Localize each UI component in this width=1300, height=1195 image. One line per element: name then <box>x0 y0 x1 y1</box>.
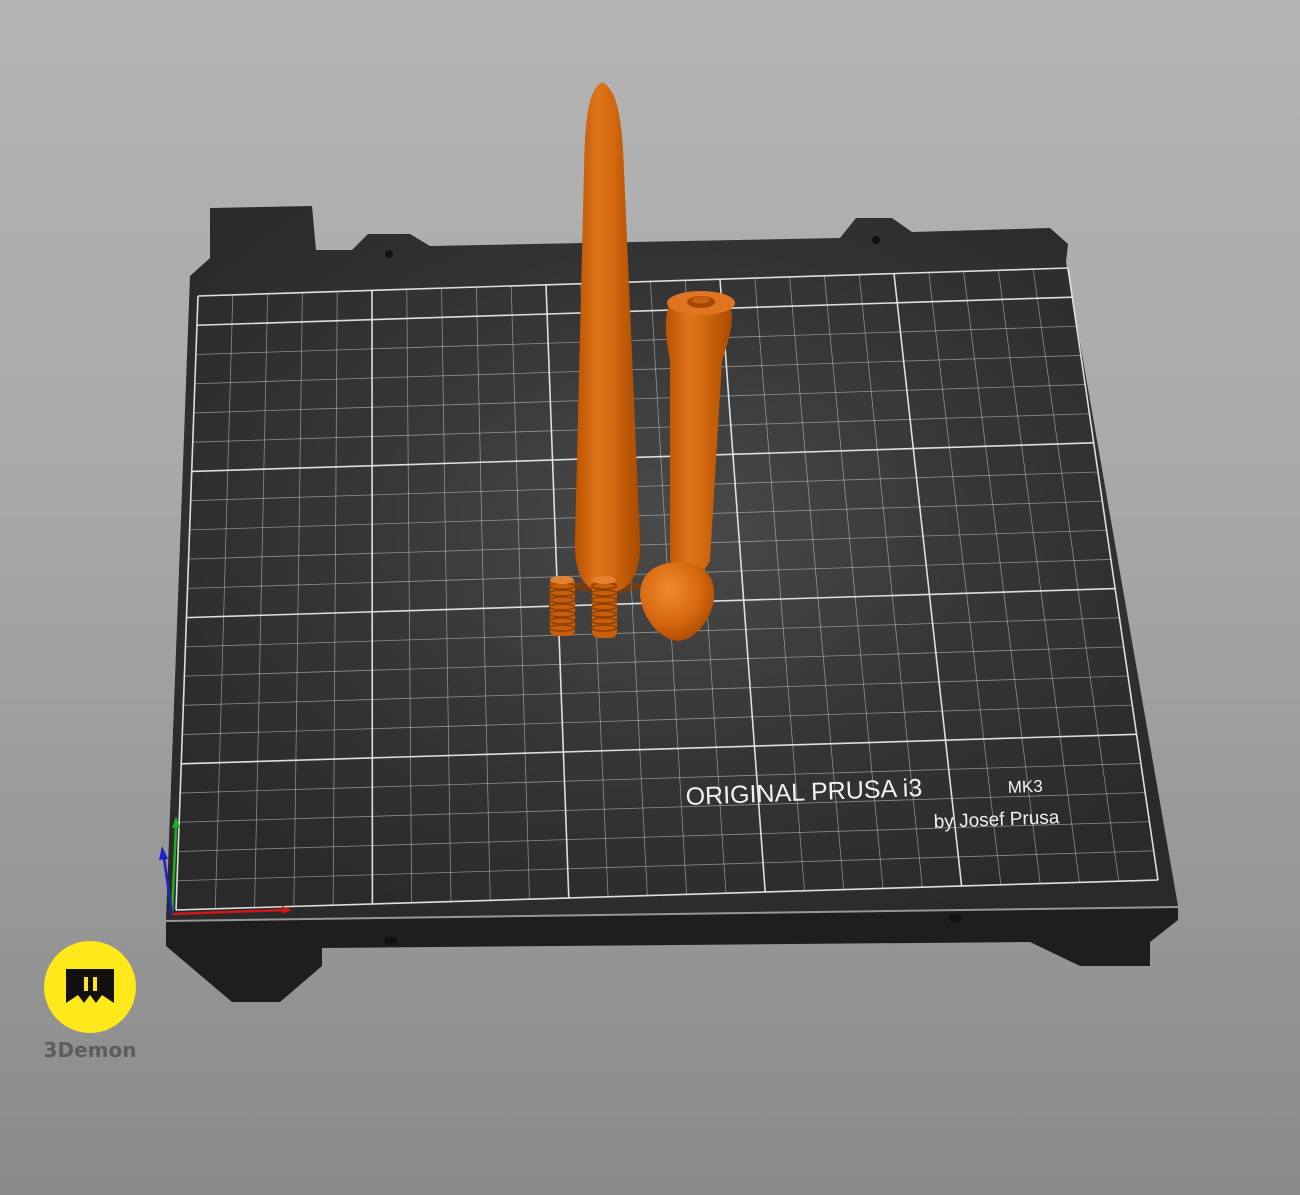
z-axis-arrow <box>159 846 168 860</box>
bed-hole <box>872 236 880 244</box>
scene-canvas: ORIGINAL PRUSA i3 MK3 by Josef Prusa <box>159 82 1178 1002</box>
bed-hole <box>948 914 962 922</box>
model-threaded-plug-1[interactable] <box>548 576 576 636</box>
model-threaded-plug-2[interactable] <box>590 576 618 638</box>
model-tall-rod[interactable] <box>574 82 641 594</box>
bed-edge <box>166 908 1178 1002</box>
bed-hole <box>385 250 393 258</box>
bed-brand-model: MK3 <box>1007 777 1043 797</box>
watermark-label: 3Demon <box>43 1038 137 1062</box>
3demon-logo-icon <box>44 941 136 1033</box>
bed-hole <box>384 937 398 945</box>
3d-viewport[interactable]: ORIGINAL PRUSA i3 MK3 by Josef Prusa 3De… <box>0 0 1300 1195</box>
